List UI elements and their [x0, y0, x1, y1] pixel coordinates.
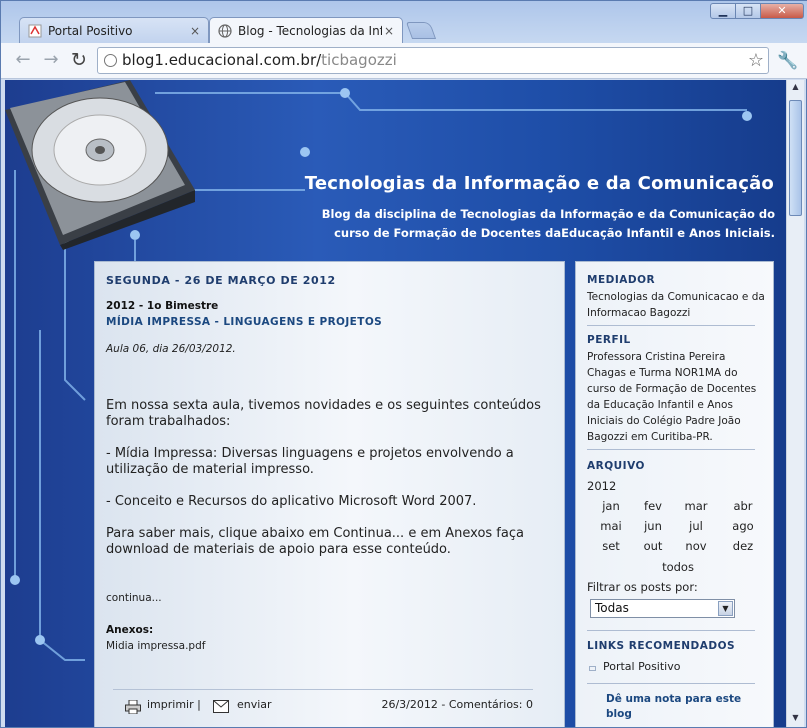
wrench-icon[interactable]: 🔧	[777, 51, 798, 71]
archive-month[interactable]: nov	[676, 539, 716, 553]
print-link[interactable]: imprimir |	[147, 698, 201, 711]
post-paragraph: Em nossa sexta aula, tivemos novidades e…	[106, 398, 541, 429]
blog-post: SEGUNDA - 26 DE MARÇO DE 2012 2012 - 1o …	[94, 261, 565, 727]
scroll-up-icon[interactable]: ▲	[789, 82, 802, 94]
post-stats[interactable]: 26/3/2012 - Comentários: 0	[381, 698, 533, 711]
archive-month[interactable]: set	[591, 539, 631, 553]
post-category: 2012 - 1o Bimestre	[106, 300, 219, 312]
tab-strip: Portal Positivo × Blog - Tecnologias da …	[1, 1, 807, 43]
forward-icon[interactable]: →	[39, 48, 63, 72]
tab-label: Blog - Tecnologias da Infor	[238, 23, 382, 38]
star-icon[interactable]: ☆	[748, 48, 764, 73]
archive-month[interactable]: jul	[676, 519, 716, 533]
divider	[587, 630, 755, 631]
profile-text: Professora Cristina Pereira Chagas e Tur…	[587, 351, 757, 443]
links-heading: LINKS RECOMENDADOS	[587, 640, 736, 652]
archive-month[interactable]: abr	[723, 499, 763, 513]
minimize-button[interactable]: ▁	[710, 3, 736, 19]
post-paragraph: - Conceito e Recursos do aplicativo Micr…	[106, 494, 477, 509]
mediator-text: Tecnologias da Comunicacao e da Informac…	[587, 291, 765, 319]
archive-month[interactable]: jan	[591, 499, 631, 513]
maximize-button[interactable]: □	[735, 3, 761, 19]
close-tab-icon[interactable]: ×	[188, 24, 202, 38]
cd-drive-image	[5, 80, 195, 250]
post-paragraph: Para saber mais, clique abaixo em Contin…	[106, 526, 524, 557]
back-icon[interactable]: ←	[11, 48, 35, 72]
scroll-down-icon[interactable]: ▼	[789, 713, 802, 725]
close-window-button[interactable]: ✕	[760, 3, 804, 19]
scroll-thumb[interactable]	[789, 100, 802, 216]
post-body: Em nossa sexta aula, tivemos novidades e…	[106, 398, 546, 574]
archive-month[interactable]: dez	[723, 539, 763, 553]
page-viewport: Tecnologias da Informação e da Comunicaç…	[5, 80, 786, 727]
printer-icon[interactable]	[125, 700, 141, 714]
archive-month[interactable]: ago	[723, 519, 763, 533]
post-date: SEGUNDA - 26 DE MARÇO DE 2012	[106, 274, 336, 287]
archive-month[interactable]: fev	[633, 499, 673, 513]
divider	[587, 449, 755, 450]
archive-month[interactable]: jun	[633, 519, 673, 533]
post-title[interactable]: MÍDIA IMPRESSA - LINGUAGENS E PROJETOS	[106, 316, 382, 328]
archive-month[interactable]: out	[633, 539, 673, 553]
archive-all[interactable]: todos	[658, 560, 698, 574]
divider	[587, 683, 755, 684]
filter-label: Filtrar os posts por:	[587, 580, 698, 594]
address-bar[interactable]: blog1.educacional.com.br/ticbagozzi ☆	[97, 47, 769, 74]
address-path: ticbagozzi	[321, 51, 397, 69]
post-meta: Aula 06, dia 26/03/2012.	[106, 343, 236, 355]
post-paragraph: - Mídia Impressa: Diversas linguagens e …	[106, 446, 514, 477]
post-footer: imprimir | enviar 26/3/2012 - Comentário…	[113, 689, 533, 719]
blog-description: Blog da disciplina de Tecnologias da Inf…	[321, 207, 775, 240]
filter-value: Todas	[595, 601, 629, 615]
send-link[interactable]: enviar	[237, 698, 272, 711]
blog-title: Tecnologias da Informação e da Comunicaç…	[304, 173, 774, 194]
sidebar: MEDIADOR Tecnologias da Comunicacao e da…	[575, 261, 774, 727]
address-host: blog1.educacional.com.br/	[122, 51, 322, 69]
archive-year[interactable]: 2012	[587, 478, 767, 494]
mediator-heading: MEDIADOR	[587, 274, 656, 286]
archive-month[interactable]: mar	[676, 499, 716, 513]
portal-favicon-icon	[28, 24, 42, 37]
continue-link[interactable]: continua...	[106, 592, 162, 604]
tab-label: Portal Positivo	[48, 23, 133, 38]
envelope-icon[interactable]	[213, 700, 229, 713]
attachments-label: Anexos:	[106, 624, 154, 636]
rate-blog-link[interactable]: Dê uma nota para este blog	[596, 692, 756, 722]
reload-icon[interactable]: ↻	[67, 48, 91, 72]
bullet-icon	[589, 666, 596, 671]
profile-heading: PERFIL	[587, 334, 631, 346]
close-tab-icon[interactable]: ×	[382, 24, 396, 38]
browser-window: Portal Positivo × Blog - Tecnologias da …	[0, 0, 807, 728]
filter-select[interactable]: Todas ▼	[590, 599, 735, 618]
divider	[587, 325, 755, 326]
globe-icon	[218, 23, 232, 38]
chevron-down-icon[interactable]: ▼	[718, 601, 733, 616]
browser-toolbar: ← → ↻ blog1.educacional.com.br/ticbagozz…	[1, 43, 807, 79]
tab-portal-positivo[interactable]: Portal Positivo ×	[19, 17, 209, 43]
tab-blog[interactable]: Blog - Tecnologias da Infor ×	[209, 17, 403, 43]
archive-month[interactable]: mai	[591, 519, 631, 533]
new-tab-button[interactable]	[405, 22, 437, 39]
vertical-scrollbar[interactable]: ▲ ▼	[786, 80, 804, 727]
globe-icon	[104, 54, 117, 67]
archive-heading: ARQUIVO	[587, 460, 645, 472]
link-portal-positivo[interactable]: Portal Positivo	[603, 660, 680, 673]
attachment-link[interactable]: Midia impressa.pdf	[106, 640, 205, 652]
